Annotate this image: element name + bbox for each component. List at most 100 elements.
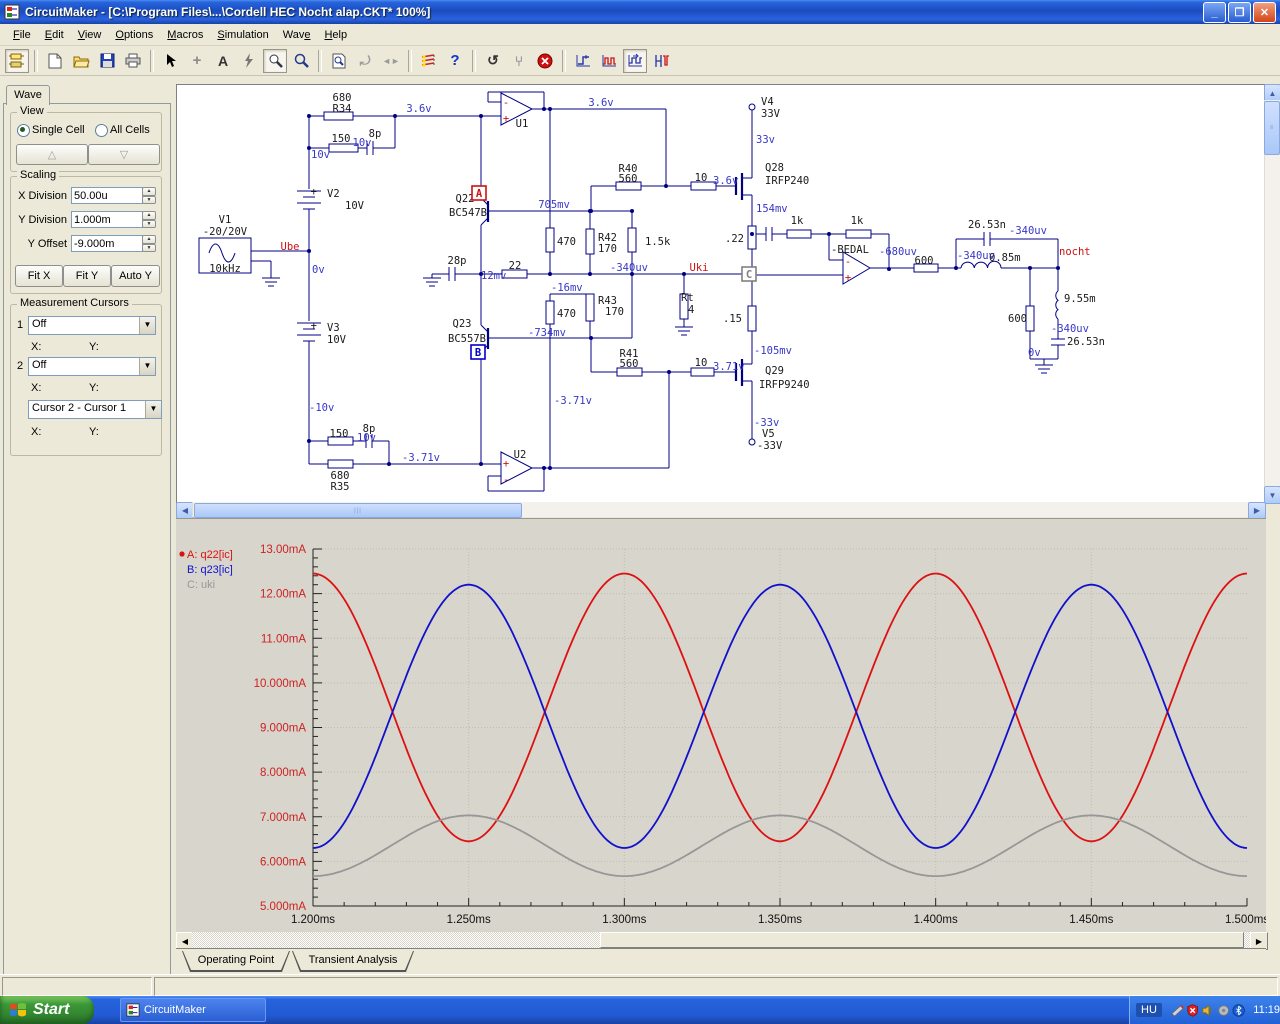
schematic-label: 3.6v bbox=[406, 103, 431, 115]
single-cell-radio[interactable] bbox=[17, 124, 30, 137]
menu-file[interactable]: File bbox=[6, 27, 38, 43]
stop-simulation-button[interactable] bbox=[533, 49, 557, 73]
device-tray-icon[interactable] bbox=[1217, 1003, 1230, 1018]
lightning-tool-button[interactable] bbox=[237, 49, 261, 73]
schematic-label: R35 bbox=[331, 481, 350, 493]
zoom-select-button[interactable] bbox=[327, 49, 351, 73]
menu-options[interactable]: Options bbox=[108, 27, 160, 43]
tab-operating-point-label[interactable]: Operating Point bbox=[182, 951, 290, 970]
clock[interactable]: 11:19 bbox=[1253, 1004, 1280, 1016]
close-button[interactable]: ✕ bbox=[1253, 2, 1276, 23]
taskbar-item-circuitmaker[interactable]: CircuitMaker bbox=[120, 998, 266, 1022]
schematic-label: 8p bbox=[369, 128, 382, 140]
schematic-label: 10V bbox=[327, 334, 347, 346]
menu-help[interactable]: Help bbox=[317, 27, 354, 43]
schematic-label: 4 bbox=[688, 304, 694, 316]
undo-button[interactable]: ↺ bbox=[481, 49, 505, 73]
chevron-down-icon[interactable]: ▼ bbox=[139, 358, 155, 375]
legend-item-B[interactable]: B: q23[ic] bbox=[187, 564, 233, 576]
fit-y-button[interactable]: Fit Y bbox=[63, 265, 111, 287]
schematic-scroll-right[interactable]: ▶ bbox=[1248, 502, 1266, 519]
restore-button[interactable]: ❐ bbox=[1228, 2, 1251, 23]
tab-wave[interactable]: Wave bbox=[6, 85, 50, 105]
schematic-scroll-down[interactable]: ▼ bbox=[1264, 486, 1280, 504]
language-indicator[interactable]: HU bbox=[1136, 1003, 1162, 1017]
schematic-vscroll-thumb[interactable]: ≡ bbox=[1264, 101, 1280, 155]
y-tick-label: 6.000mA bbox=[260, 856, 306, 868]
help-button[interactable]: ? bbox=[443, 49, 467, 73]
title-bar[interactable]: CircuitMaker - [C:\Program Files\...\Cor… bbox=[0, 0, 1280, 24]
transient-analysis-button[interactable] bbox=[597, 49, 621, 73]
schematic-label: -340uv bbox=[957, 250, 995, 262]
new-button[interactable] bbox=[43, 49, 67, 73]
chevron-down-icon[interactable]: ▼ bbox=[139, 317, 155, 334]
digital-switches-button[interactable] bbox=[417, 49, 441, 73]
save-button[interactable] bbox=[95, 49, 119, 73]
print-button[interactable] bbox=[121, 49, 145, 73]
x-division-input[interactable] bbox=[71, 187, 143, 204]
x-division-label: X Division bbox=[18, 190, 67, 202]
schematic-label: 10 bbox=[695, 172, 708, 184]
waveform-panel[interactable]: 13.00mA 12.00mA 11.00mA 10.000mA 9.000mA 8.00… bbox=[176, 518, 1269, 933]
y-axis-labels: 13.00mA 12.00mA 11.00mA 10.000mA 9.000mA 8.00… bbox=[254, 544, 307, 913]
schematic-label: V1 bbox=[219, 214, 232, 226]
minimize-button[interactable]: _ bbox=[1203, 2, 1226, 23]
probe-tool-button[interactable] bbox=[263, 48, 287, 73]
text-tool-button[interactable]: A bbox=[211, 49, 235, 73]
all-cells-radio[interactable] bbox=[95, 124, 108, 137]
add-part-button[interactable]: + bbox=[185, 49, 209, 73]
legend-item-C[interactable]: C: uki bbox=[187, 579, 215, 591]
legend-item-A[interactable]: A: q22[ic] bbox=[187, 549, 233, 561]
tablet-tray-icon[interactable] bbox=[1171, 1003, 1184, 1018]
start-button[interactable]: Start bbox=[0, 996, 94, 1024]
y-offset-input[interactable] bbox=[71, 235, 143, 252]
schematic-canvas[interactable]: 680 R34 3.6v 150 10v 8p 10v + V2 10V V1 -20/20V 10kH… bbox=[176, 84, 1265, 503]
tools-button[interactable]: ⑂ bbox=[507, 49, 531, 73]
schematic-label: -340uv bbox=[610, 262, 648, 274]
cursor-button[interactable] bbox=[159, 49, 183, 73]
open-button[interactable] bbox=[69, 49, 93, 73]
schematic-label: V5 bbox=[762, 428, 775, 440]
cell-up-button[interactable]: △ bbox=[16, 144, 88, 165]
schematic-label: 3.6v bbox=[713, 175, 738, 187]
tab-transient-analysis-label[interactable]: Transient Analysis bbox=[292, 951, 414, 970]
y-division-input[interactable] bbox=[71, 211, 143, 228]
menu-edit[interactable]: Edit bbox=[38, 27, 71, 43]
dc-analysis-button[interactable] bbox=[571, 49, 595, 73]
rotate-button[interactable]: ⤾ bbox=[353, 49, 377, 73]
fit-x-button[interactable]: Fit X bbox=[15, 265, 63, 287]
bluetooth-tray-icon[interactable] bbox=[1232, 1003, 1245, 1018]
volume-tray-icon[interactable] bbox=[1201, 1003, 1214, 1018]
parts-bin-button[interactable] bbox=[5, 48, 29, 73]
analysis-scope-button[interactable] bbox=[623, 48, 647, 73]
security-alert-tray-icon[interactable] bbox=[1186, 1003, 1199, 1018]
y-offset-spinner[interactable]: ▲ ▼ bbox=[142, 235, 156, 252]
schematic-label: BC557B bbox=[448, 333, 486, 345]
schematic-label: 10kHz bbox=[209, 263, 241, 275]
mirror-button[interactable]: ◄► bbox=[379, 49, 403, 73]
schematic-vscroll-track[interactable] bbox=[1264, 100, 1280, 486]
auto-y-button[interactable]: Auto Y bbox=[111, 265, 160, 287]
schematic-label: 26.53n bbox=[1067, 336, 1105, 348]
y-division-spinner[interactable]: ▲ ▼ bbox=[142, 211, 156, 228]
menu-macros[interactable]: Macros bbox=[160, 27, 210, 43]
waveform-legend[interactable]: A: q22[ic] B: q23[ic] C: uki bbox=[179, 549, 233, 591]
schematic-label: Q23 bbox=[453, 318, 472, 330]
application-window: CircuitMaker - [C:\Program Files\...\Cor… bbox=[0, 0, 1280, 1024]
zoom-tool-button[interactable] bbox=[289, 49, 313, 73]
cell-down-button[interactable]: ▽ bbox=[88, 144, 160, 165]
menu-view[interactable]: View bbox=[71, 27, 109, 43]
x-tick-label: 1.250ms bbox=[447, 914, 491, 926]
cursor-diff-select[interactable]: Cursor 2 - Cursor 1 ▼ bbox=[28, 400, 162, 419]
menu-simulation[interactable]: Simulation bbox=[210, 27, 275, 43]
cursor1-select[interactable]: Off ▼ bbox=[28, 316, 156, 335]
x-division-spinner[interactable]: ▲ ▼ bbox=[142, 187, 156, 204]
schematic-label: + bbox=[503, 458, 509, 470]
schematic-label: 1k bbox=[851, 215, 864, 227]
chevron-down-icon[interactable]: ▼ bbox=[145, 401, 161, 418]
digital-analysis-button[interactable] bbox=[649, 49, 673, 73]
cursor2-select[interactable]: Off ▼ bbox=[28, 357, 156, 376]
schematic-hscroll-thumb[interactable]: ||| bbox=[194, 503, 522, 518]
waveform-hscroll-thumb[interactable] bbox=[600, 932, 1244, 948]
menu-wave[interactable]: Wave bbox=[276, 27, 318, 43]
